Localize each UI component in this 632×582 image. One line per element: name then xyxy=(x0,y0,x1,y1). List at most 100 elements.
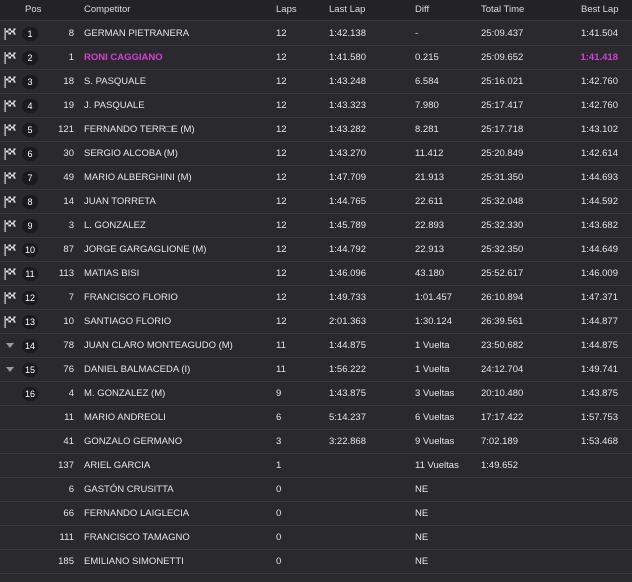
header-total-time[interactable]: Total Time xyxy=(481,0,524,20)
car-number: 78 xyxy=(63,340,74,351)
table-row[interactable]: 7 49 MARIO ALBERGHINI (M) 12 1:47.709 21.913 2… xyxy=(0,166,632,190)
header-pos[interactable]: Pos xyxy=(25,0,41,20)
table-row[interactable]: 16 4 M. GONZALEZ (M) 9 1:43.875 3 Vueltas 20:1… xyxy=(0,382,632,406)
competitor-name: EMILIANO SIMONETTI xyxy=(84,556,184,567)
best-lap-value: 1:44.877 xyxy=(581,316,618,327)
laps-value: 1 xyxy=(276,460,282,471)
competitor-name: MARIO ANDREOLI xyxy=(84,412,166,423)
table-row[interactable]: 66 FERNANDO LAIGLECIA 0 NE xyxy=(0,502,632,526)
competitor-name: SANTIAGO FLORIO xyxy=(84,316,172,327)
car-number: 76 xyxy=(63,364,74,375)
diff-value: 11 Vueltas xyxy=(415,460,459,471)
car-number: 6 xyxy=(68,484,74,495)
last-lap-value: 1:56.222 xyxy=(329,364,366,375)
last-lap-value: 1:44.792 xyxy=(329,244,366,255)
diff-value: 43.180 xyxy=(415,268,445,279)
table-row[interactable]: 111 FRANCISCO TAMAGNO 0 NE xyxy=(0,526,632,550)
position-badge: 16 xyxy=(22,387,38,401)
competitor-name: GERMAN PIETRANERA xyxy=(84,28,190,39)
car-number: 30 xyxy=(63,148,74,159)
car-number: 87 xyxy=(63,244,74,255)
laps-value: 3 xyxy=(276,436,282,447)
table-row[interactable]: 9 3 L. GONZALEZ 12 1:45.789 22.893 25:32.330 1:… xyxy=(0,214,632,238)
header-laps[interactable]: Laps xyxy=(276,0,297,20)
total-time-value: 25:17.417 xyxy=(481,100,524,111)
laps-value: 0 xyxy=(276,508,282,519)
diff-value: 3 Vueltas xyxy=(415,388,455,399)
header-competitor[interactable]: Competitor xyxy=(84,0,130,20)
checkered-flag-icon xyxy=(4,100,17,112)
total-time-value: 25:09.652 xyxy=(481,52,524,63)
car-number: 121 xyxy=(58,124,74,135)
best-lap-value: 1:41.504 xyxy=(581,28,618,39)
position-badge: 6 xyxy=(22,147,38,161)
competitor-name: FERNANDO TERR□E (M) xyxy=(84,124,195,135)
best-lap-value: 1:53.468 xyxy=(581,436,618,447)
laps-value: 11 xyxy=(276,364,286,375)
diff-value: 9 Vueltas xyxy=(415,436,455,447)
table-row[interactable]: 10 87 JORGE GARGAGLIONE (M) 12 1:44.792 22.91… xyxy=(0,238,632,262)
checkered-flag-icon xyxy=(4,124,17,136)
checkered-flag-icon xyxy=(4,172,17,184)
diff-value: 8.281 xyxy=(415,124,439,135)
triangle-down-icon xyxy=(4,364,17,376)
last-lap-value: 1:41.580 xyxy=(329,52,366,63)
table-row[interactable]: 6 GASTÓN CRUSITTA 0 NE xyxy=(0,478,632,502)
car-number: 4 xyxy=(68,388,74,399)
header-last-lap[interactable]: Last Lap xyxy=(329,0,365,20)
table-row[interactable]: 11 113 MATIAS BISI 12 1:46.096 43.180 25:52.61… xyxy=(0,262,632,286)
table-row[interactable]: 1 8 GERMAN PIETRANERA 12 1:42.138 - 25:09.437 1… xyxy=(0,22,632,46)
laps-value: 12 xyxy=(276,220,287,231)
car-number: 66 xyxy=(63,508,74,519)
laps-value: 12 xyxy=(276,172,287,183)
best-lap-value: 1:47.371 xyxy=(581,292,618,303)
table-row[interactable]: 3 18 S. PASQUALE 12 1:43.248 6.584 25:16.021 1:… xyxy=(0,70,632,94)
last-lap-value: 5:14.237 xyxy=(329,412,366,423)
competitor-name: RONI CAGGIANO xyxy=(84,52,163,63)
table-row[interactable]: 185 EMILIANO SIMONETTI 0 NE xyxy=(0,550,632,574)
best-lap-value: 1:42.760 xyxy=(581,100,618,111)
total-time-value: 25:31.350 xyxy=(481,172,524,183)
best-lap-value: 1:43.875 xyxy=(581,388,618,399)
table-row[interactable]: 11 MARIO ANDREOLI 6 5:14.237 6 Vueltas 17:17.… xyxy=(0,406,632,430)
competitor-name: JUAN CLARO MONTEAGUDO (M) xyxy=(84,340,233,351)
table-row[interactable]: 15 76 DANIEL BALMACEDA (I) 11 1:56.222 1 Vuel… xyxy=(0,358,632,382)
position-badge: 1 xyxy=(22,27,38,41)
table-row[interactable]: 8 14 JUAN TORRETA 12 1:44.765 22.611 25:32.048… xyxy=(0,190,632,214)
checkered-flag-icon xyxy=(4,196,17,208)
last-lap-value: 1:43.270 xyxy=(329,148,366,159)
competitor-name: FRANCISCO FLORIO xyxy=(84,292,178,303)
position-badge: 11 xyxy=(22,267,38,281)
table-row[interactable]: 137 ARIEL GARCIA 1 11 Vueltas 1:49.652 xyxy=(0,454,632,478)
table-row[interactable]: 5 121 FERNANDO TERR□E (M) 12 1:43.282 8.281 25… xyxy=(0,118,632,142)
checkered-flag-icon xyxy=(4,52,17,64)
table-row[interactable]: 2 1 RONI CAGGIANO 12 1:41.580 0.215 25:09.652 1… xyxy=(0,46,632,70)
position-badge: 10 xyxy=(22,243,38,257)
competitor-name: MATIAS BISI xyxy=(84,268,140,279)
laps-value: 12 xyxy=(276,292,287,303)
total-time-value: 23:50.682 xyxy=(481,340,524,351)
best-lap-value: 1:57.753 xyxy=(581,412,618,423)
last-lap-value: 2:01.363 xyxy=(329,316,366,327)
competitor-name: SERGIO ALCOBA (M) xyxy=(84,148,178,159)
table-row[interactable]: 41 GONZALO GERMANO 3 3:22.868 9 Vueltas 7:02.… xyxy=(0,430,632,454)
table-row[interactable]: 14 78 JUAN CLARO MONTEAGUDO (M) 11 1:44.875 1… xyxy=(0,334,632,358)
total-time-value: 25:32.350 xyxy=(481,244,524,255)
diff-value: 11.412 xyxy=(415,148,444,159)
table-row[interactable]: 4 19 J. PASQUALE 12 1:43.323 7.980 25:17.417 1:… xyxy=(0,94,632,118)
checkered-flag-icon xyxy=(4,76,17,88)
competitor-name: FERNANDO LAIGLECIA xyxy=(84,508,190,519)
total-time-value: 25:09.437 xyxy=(481,28,524,39)
best-lap-value: 1:43.102 xyxy=(581,124,618,135)
best-lap-value: 1:44.693 xyxy=(581,172,618,183)
last-lap-value: 1:42.138 xyxy=(329,28,366,39)
table-row[interactable]: 12 7 FRANCISCO FLORIO 12 1:49.733 1:01.457 26:… xyxy=(0,286,632,310)
header-best-lap[interactable]: Best Lap xyxy=(581,0,619,20)
table-row[interactable]: 6 30 SERGIO ALCOBA (M) 12 1:43.270 11.412 25:2… xyxy=(0,142,632,166)
checkered-flag-icon xyxy=(4,244,17,256)
diff-value: 0.215 xyxy=(415,52,439,63)
table-row[interactable]: 13 10 SANTIAGO FLORIO 12 2:01.363 1:30.124 26:… xyxy=(0,310,632,334)
last-lap-value: 1:43.282 xyxy=(329,124,366,135)
header-diff[interactable]: Diff xyxy=(415,0,429,20)
diff-value: NE xyxy=(415,484,429,495)
